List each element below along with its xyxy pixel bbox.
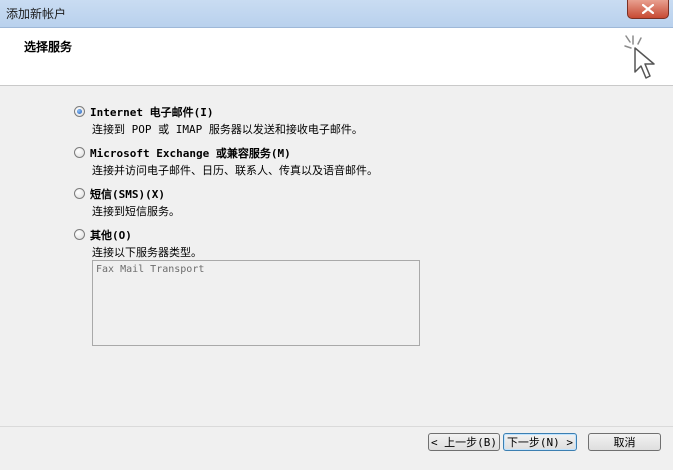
content-area: Internet 电子邮件(I) 连接到 POP 或 IMAP 服务器以发送和接… <box>0 86 673 426</box>
list-item[interactable]: Fax Mail Transport <box>96 264 204 275</box>
internet-email-radio[interactable] <box>74 106 85 117</box>
option-label: Internet 电子邮件(I) <box>90 106 214 119</box>
back-button[interactable]: < 上一步(B) <box>428 433 500 451</box>
add-account-dialog: 添加新帐户 选择服务 Internet 电子邮件(I) 连接到 POP 或 IM… <box>0 0 673 470</box>
sms-radio[interactable] <box>74 188 85 199</box>
wizard-header: 选择服务 <box>0 28 673 86</box>
window-title: 添加新帐户 <box>6 7 67 21</box>
footer-divider <box>0 426 673 427</box>
title-bar[interactable]: 添加新帐户 <box>0 0 673 28</box>
next-button[interactable]: 下一步(N) > <box>503 433 577 451</box>
cursor-sparkle-icon <box>623 32 663 88</box>
server-type-listbox[interactable]: Fax Mail Transport <box>92 260 420 346</box>
close-icon <box>642 4 654 14</box>
option-description: 连接到 POP 或 IMAP 服务器以发送和接收电子邮件。 <box>92 123 363 136</box>
exchange-radio[interactable] <box>74 147 85 158</box>
option-label: Microsoft Exchange 或兼容服务(M) <box>90 147 291 160</box>
option-description: 连接到短信服务。 <box>92 205 180 218</box>
close-button[interactable] <box>627 0 669 19</box>
cancel-button[interactable]: 取消 <box>588 433 661 451</box>
other-radio[interactable] <box>74 229 85 240</box>
option-label: 其他(O) <box>90 229 132 242</box>
option-description: 连接以下服务器类型。 <box>92 246 202 259</box>
option-label: 短信(SMS)(X) <box>90 188 165 201</box>
page-title: 选择服务 <box>24 40 73 54</box>
option-description: 连接并访问电子邮件、日历、联系人、传真以及语音邮件。 <box>92 164 378 177</box>
